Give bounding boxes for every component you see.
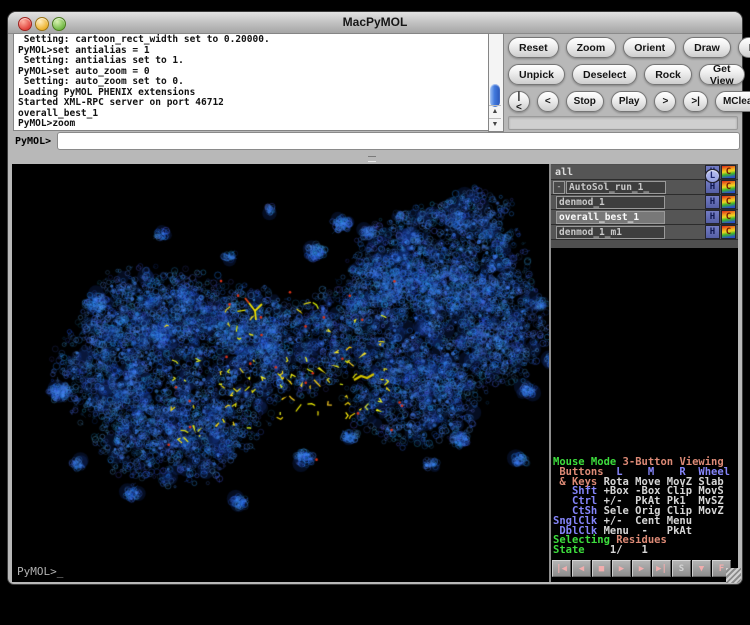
movie-first-button[interactable]: |<: [508, 91, 530, 112]
mouse-panel-token: State: [553, 544, 591, 556]
macpymol-window: MacPyMOL Setting: cartoon_rect_width set…: [8, 12, 742, 584]
viewport-prompt: PyMOL>_: [17, 565, 63, 578]
zoom-button[interactable]: Zoom: [566, 37, 617, 58]
reset-button[interactable]: Reset: [508, 37, 559, 58]
color-menu-button[interactable]: C: [721, 210, 736, 224]
density-mesh-render[interactable]: [12, 164, 549, 582]
step-back-button[interactable]: ◀: [572, 560, 591, 577]
movie-last-button[interactable]: >|: [683, 91, 708, 112]
movie-control-bar: |◀◀■▶▶▶|S▼F: [552, 560, 731, 577]
console-log: Setting: cartoon_rect_width set to 0.200…: [13, 33, 488, 131]
movie-stop-button[interactable]: Stop: [566, 91, 604, 112]
ray-button[interactable]: Ray: [738, 37, 750, 58]
play-button[interactable]: ▶: [612, 560, 631, 577]
object-row-overall-best-1: overall_best_1 ASHLC: [551, 210, 738, 225]
right-panel: all ASHLC -AutoSol_run_1_ ASHLC denmod_1 ASHL…: [551, 164, 738, 582]
hide-menu-button[interactable]: H: [705, 225, 720, 239]
menu-tiles: ASHLC: [705, 210, 736, 224]
orient-button[interactable]: Orient: [623, 37, 676, 58]
deselect-button[interactable]: Deselect: [572, 64, 637, 85]
mouse-panel-token: 1/ 1: [591, 544, 648, 556]
console-scrollbar[interactable]: ▲ ▼: [488, 33, 504, 132]
console-line: Started XML-RPC server on port 46712: [18, 98, 488, 109]
movie-play-button[interactable]: Play: [611, 91, 648, 112]
console-line: PyMOL>zoom: [18, 119, 488, 130]
object-row-denmod-1-m1: denmod_1_m1 ASHLC: [551, 225, 738, 240]
control-button-row-2: Unpick Deselect Rock Get View: [508, 64, 745, 85]
rock-button[interactable]: Rock: [644, 64, 692, 85]
movie-next-button[interactable]: >: [654, 91, 676, 112]
draw-button[interactable]: Draw: [683, 37, 731, 58]
scroll-up-icon[interactable]: ▲: [489, 105, 501, 118]
hide-menu-button[interactable]: H: [705, 195, 720, 209]
command-prompt-label: PyMOL>: [15, 136, 51, 147]
mouse-mode-panel: Mouse Mode 3-Button Viewing Buttons L M …: [553, 458, 738, 556]
title-bar[interactable]: MacPyMOL: [8, 12, 742, 34]
object-name[interactable]: all: [555, 167, 573, 178]
scene-button[interactable]: S: [672, 560, 691, 577]
control-button-row-1: Reset Zoom Orient Draw Ray: [508, 37, 750, 58]
scrollbar-thumb[interactable]: [490, 84, 500, 107]
command-input[interactable]: [57, 132, 740, 150]
window-title: MacPyMOL: [8, 12, 742, 33]
label-menu-button[interactable]: L: [705, 169, 720, 183]
menu-tiles: ASHLC: [705, 195, 736, 209]
gl-viewport[interactable]: PyMOL>_: [12, 164, 549, 582]
splitter-handle[interactable]: [368, 156, 376, 162]
get-view-button[interactable]: Get View: [699, 64, 745, 85]
main-area: PyMOL>_ allASHLC-AutoSol_run_1_ASHLCdenm…: [12, 164, 738, 582]
console-line: Setting: antialias set to 1.: [18, 56, 488, 67]
object-name[interactable]: denmod_1: [556, 196, 665, 209]
color-menu-button[interactable]: C: [721, 165, 736, 179]
color-menu-button[interactable]: C: [721, 195, 736, 209]
color-menu-button[interactable]: C: [721, 180, 736, 194]
scroll-down-icon[interactable]: ▼: [489, 118, 501, 131]
menu-tiles: ASHLC: [705, 225, 736, 239]
object-panel: all ASHLC -AutoSol_run_1_ ASHLC denmod_1 ASHL…: [551, 164, 738, 248]
color-menu-button[interactable]: C: [721, 225, 736, 239]
console-line: overall_best_1: [18, 109, 488, 120]
hide-menu-button[interactable]: H: [705, 210, 720, 224]
status-strip: [508, 116, 738, 130]
unpick-button[interactable]: Unpick: [508, 64, 565, 85]
console-line: Setting: cartoon_rect_width set to 0.200…: [18, 35, 488, 46]
object-name[interactable]: overall_best_1: [556, 211, 665, 224]
menu-button[interactable]: ▼: [692, 560, 711, 577]
mouse-panel-line[interactable]: State 1/ 1: [553, 546, 738, 556]
console-line: Setting: auto_zoom set to 0.: [18, 77, 488, 88]
movie-clear-button[interactable]: MClear: [715, 91, 750, 112]
seek-start-button[interactable]: |◀: [552, 560, 571, 577]
step-forward-button[interactable]: ▶: [632, 560, 651, 577]
control-button-row-3: |< < Stop Play > >| MClear: [508, 91, 750, 112]
object-name[interactable]: AutoSol_run_1_: [566, 181, 666, 194]
resize-grip[interactable]: [726, 568, 741, 583]
movie-prev-button[interactable]: <: [537, 91, 559, 112]
object-name[interactable]: denmod_1_m1: [556, 226, 665, 239]
stop-button[interactable]: ■: [592, 560, 611, 577]
collapse-toggle[interactable]: -: [553, 181, 565, 194]
seek-end-button[interactable]: ▶|: [652, 560, 671, 577]
object-row-denmod-1: denmod_1 ASHLC: [551, 195, 738, 210]
